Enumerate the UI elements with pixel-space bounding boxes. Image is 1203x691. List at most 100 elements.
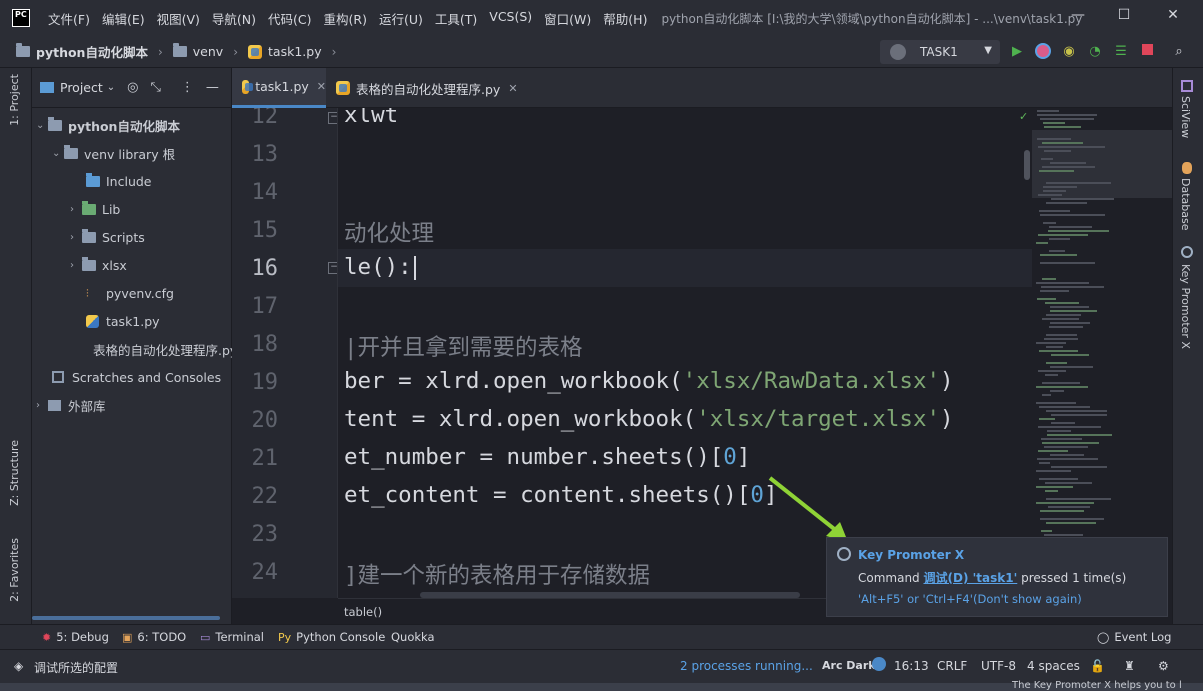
line-number: 22 bbox=[251, 484, 279, 509]
tree-item-scratches[interactable]: Scratches and Consoles bbox=[32, 363, 232, 391]
hide-panel-icon[interactable]: — bbox=[206, 80, 219, 95]
chevron-right-icon: › bbox=[331, 44, 337, 59]
theme-badge[interactable]: Arc Dark bbox=[822, 659, 876, 672]
structure-tool-tab[interactable]: Z: Structure bbox=[8, 440, 21, 506]
maximize-button[interactable]: ☐ bbox=[1101, 0, 1147, 30]
close-window-button[interactable]: ✕ bbox=[1150, 0, 1196, 30]
menu-refactor[interactable]: 重构(R) bbox=[318, 9, 373, 28]
event-log-tool-button[interactable]: ◯ Event Log bbox=[1097, 630, 1171, 644]
menu-vcs[interactable]: VCS(S) bbox=[483, 9, 538, 28]
line-separator[interactable]: CRLF bbox=[937, 659, 967, 673]
code-line: tent = xlrd.open_workbook('xlsx/target.x… bbox=[344, 406, 954, 432]
menu-code[interactable]: 代码(C) bbox=[262, 9, 317, 28]
lock-icon[interactable]: 🔓 bbox=[1090, 659, 1105, 673]
fold-marker-icon[interactable]: − bbox=[328, 112, 337, 124]
tree-item-include[interactable]: Include bbox=[32, 167, 232, 195]
indent-setting[interactable]: 4 spaces bbox=[1027, 659, 1080, 673]
inspector-icon[interactable]: ♜ bbox=[1124, 659, 1135, 673]
line-number: 16 bbox=[251, 256, 279, 281]
breadcrumb-function[interactable]: table() bbox=[344, 605, 382, 619]
menu-tools[interactable]: 工具(T) bbox=[429, 9, 483, 28]
debug-icon: ✹ bbox=[42, 630, 52, 644]
menu-window[interactable]: 窗口(W) bbox=[538, 9, 597, 28]
tab-task1[interactable]: task1.py ✕ bbox=[232, 68, 326, 108]
menu-run[interactable]: 运行(U) bbox=[373, 9, 429, 28]
close-tab-icon[interactable]: ✕ bbox=[317, 80, 326, 93]
chevron-right-icon[interactable]: › bbox=[70, 204, 82, 215]
chevron-down-icon[interactable]: ⌄ bbox=[107, 82, 115, 93]
tree-item-table-script[interactable]: 表格的自动化处理程序.py bbox=[32, 335, 232, 363]
menu-view[interactable]: 视图(V) bbox=[151, 9, 206, 28]
tree-item-scripts[interactable]: › Scripts bbox=[32, 223, 232, 251]
caret-position[interactable]: 16:13 bbox=[894, 659, 929, 673]
database-tool-tab[interactable]: Database bbox=[1179, 178, 1192, 231]
tree-item-xlsx[interactable]: › xlsx bbox=[32, 251, 232, 279]
minimap-line bbox=[1049, 250, 1065, 252]
close-tab-icon[interactable]: ✕ bbox=[508, 82, 517, 95]
run-configuration-selector[interactable]: TASK1 ▼ bbox=[880, 40, 1000, 64]
inspection-ok-icon[interactable]: ✓ bbox=[1019, 110, 1028, 123]
pycharm-logo-icon: PC bbox=[12, 9, 30, 27]
tab-table-script[interactable]: 表格的自动化处理程序.py ✕ bbox=[328, 68, 518, 108]
project-tool-tab[interactable]: 1: Project bbox=[8, 74, 21, 126]
dont-show-again-link[interactable]: (Don't show again) bbox=[973, 592, 1082, 606]
concurrency-icon[interactable]: ☰ bbox=[1112, 43, 1130, 61]
breadcrumb-file[interactable]: task1.py › bbox=[248, 44, 336, 59]
background-processes[interactable]: 2 processes running... bbox=[680, 659, 813, 673]
project-view-selector[interactable]: Project bbox=[60, 80, 103, 95]
search-everywhere-icon[interactable]: ⌕ bbox=[1170, 43, 1188, 61]
menu-edit[interactable]: 编辑(E) bbox=[96, 9, 151, 28]
minimap-line bbox=[1043, 222, 1056, 224]
chevron-right-icon[interactable]: › bbox=[70, 260, 82, 271]
editor-vertical-scrollbar[interactable] bbox=[1024, 150, 1030, 180]
tree-item-project-root[interactable]: ⌄ python自动化脚本 bbox=[32, 111, 232, 139]
folder-icon bbox=[64, 144, 78, 159]
tree-item-lib[interactable]: › Lib bbox=[32, 195, 232, 223]
notification-title: Key Promoter X bbox=[858, 548, 965, 562]
coverage-icon[interactable]: ◉ bbox=[1060, 43, 1078, 61]
expand-arrow-icon[interactable]: ⌄ bbox=[52, 148, 64, 159]
stop-icon[interactable] bbox=[1138, 43, 1156, 61]
settings-gear-icon[interactable]: ⚙ bbox=[1158, 659, 1169, 673]
minimap-line bbox=[1050, 390, 1064, 392]
profile-icon[interactable]: ◔ bbox=[1086, 43, 1104, 61]
fold-marker-icon[interactable]: − bbox=[328, 262, 337, 274]
line-number: 20 bbox=[251, 408, 279, 433]
python-console-tool-button[interactable]: Py Python Console bbox=[278, 630, 385, 644]
code-line: ]建一个新的表格用于存储数据 bbox=[344, 563, 651, 589]
status-bar: ◈ 调试所选的配置 2 processes running... Arc Dar… bbox=[0, 649, 1203, 683]
sciview-tool-tab[interactable]: SciView bbox=[1179, 96, 1192, 138]
minimap-line bbox=[1040, 510, 1084, 512]
layers-icon[interactable]: ◈ bbox=[14, 659, 23, 673]
todo-tool-button[interactable]: ▣ 6: TODO bbox=[122, 630, 186, 644]
file-encoding[interactable]: UTF-8 bbox=[981, 659, 1016, 673]
command-link[interactable]: 调试(D) 'task1' bbox=[924, 571, 1018, 585]
debug-icon[interactable] bbox=[1034, 43, 1052, 61]
menu-file[interactable]: 文件(F) bbox=[42, 9, 96, 28]
tree-item-external-libs[interactable]: › 外部库 bbox=[32, 391, 232, 419]
chevron-right-icon[interactable]: › bbox=[70, 232, 82, 243]
minimap-line bbox=[1046, 522, 1096, 524]
collapse-all-icon[interactable]: ⤡ bbox=[151, 80, 161, 95]
code-editor[interactable]: xlwt 动化处理 le(): |开并且拿到需要的表格 ber = xlrd.o… bbox=[338, 108, 1032, 598]
quokka-tool-button[interactable]: Quokka bbox=[391, 630, 435, 644]
locate-file-icon[interactable]: ◎ bbox=[127, 80, 138, 95]
run-icon[interactable]: ▶ bbox=[1008, 43, 1026, 61]
expand-arrow-icon[interactable]: ⌄ bbox=[36, 120, 48, 131]
tree-item-pyvenv-cfg[interactable]: ⫶ pyvenv.cfg bbox=[32, 279, 232, 307]
project-horizontal-scrollbar[interactable] bbox=[32, 616, 220, 620]
menu-help[interactable]: 帮助(H) bbox=[597, 9, 653, 28]
chevron-right-icon[interactable]: › bbox=[36, 400, 48, 411]
more-options-icon[interactable]: ⋮ bbox=[181, 80, 194, 95]
tree-item-task1[interactable]: task1.py bbox=[32, 307, 232, 335]
breadcrumb-project[interactable]: python自动化脚本 › bbox=[16, 42, 163, 61]
favorites-tool-tab[interactable]: 2: Favorites bbox=[8, 538, 21, 602]
minimap-line bbox=[1042, 442, 1099, 444]
minimize-button[interactable]: — bbox=[1055, 0, 1101, 30]
key-promoter-tool-tab[interactable]: Key Promoter X bbox=[1179, 264, 1192, 349]
tree-item-venv[interactable]: ⌄ venv library 根 bbox=[32, 139, 232, 167]
breadcrumb-venv[interactable]: venv › bbox=[172, 43, 238, 59]
terminal-tool-button[interactable]: ▭ Terminal bbox=[200, 630, 264, 644]
debug-tool-button[interactable]: ✹ 5: Debug bbox=[42, 630, 109, 644]
menu-navigate[interactable]: 导航(N) bbox=[206, 9, 262, 28]
